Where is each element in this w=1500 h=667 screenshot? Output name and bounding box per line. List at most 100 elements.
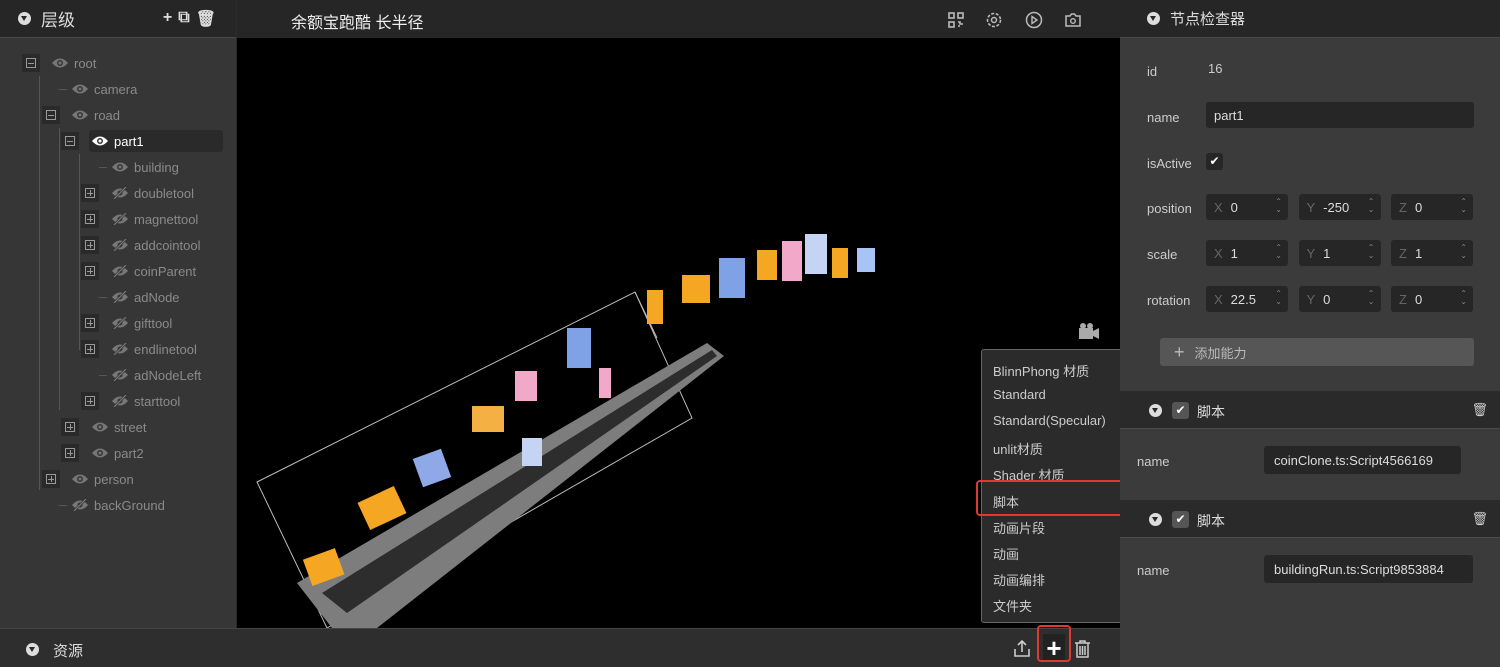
trash-icon[interactable]: 🗑 <box>1471 511 1488 527</box>
tree-node-starttool[interactable]: starttool <box>109 390 180 412</box>
expand-icon[interactable] <box>80 236 99 254</box>
eye-off-icon[interactable] <box>111 186 129 200</box>
component-name-input[interactable]: coinClone.ts:Script4566169 <box>1264 446 1461 474</box>
rotation-y-input[interactable]: Y 0 ⌃ ⌄ <box>1298 286 1381 312</box>
stepper-icon[interactable]: ⌃ ⌄ <box>1460 244 1467 260</box>
stepper-icon[interactable]: ⌃ ⌄ <box>1275 244 1282 260</box>
eye-icon[interactable] <box>111 161 129 173</box>
menu-item[interactable]: 动画片段 <box>993 518 1045 537</box>
tree-node-camera[interactable]: camera <box>69 78 137 100</box>
eye-off-icon[interactable] <box>111 394 129 408</box>
stepper-icon[interactable]: ⌃ ⌄ <box>1368 290 1375 306</box>
expand-icon[interactable] <box>80 262 99 280</box>
menu-item[interactable]: 动画编排 <box>993 570 1045 589</box>
tree-node-coinParent[interactable]: coinParent <box>109 260 196 282</box>
scale-y-input[interactable]: Y 1 ⌃ ⌄ <box>1298 240 1381 266</box>
tree-node-person[interactable]: person <box>69 468 134 490</box>
position-y-input[interactable]: Y -250 ⌃ ⌄ <box>1298 194 1381 220</box>
scale-x-input[interactable]: X 1 ⌃ ⌄ <box>1206 240 1288 266</box>
collapse-icon[interactable] <box>41 106 60 124</box>
tree-node-endlinetool[interactable]: endlinetool <box>109 338 197 360</box>
expand-icon[interactable] <box>80 314 99 332</box>
menu-item[interactable]: 文件夹 <box>993 596 1032 615</box>
collapse-icon[interactable] <box>61 132 79 150</box>
play-icon[interactable] <box>1025 11 1043 29</box>
expand-icon[interactable] <box>80 392 99 410</box>
stepper-icon[interactable]: ⌃ ⌄ <box>1460 198 1467 214</box>
tree-node-gifttool[interactable]: gifttool <box>109 312 172 334</box>
expand-icon[interactable] <box>61 444 79 462</box>
camera-icon[interactable] <box>1064 11 1082 29</box>
tree-node-magnettool[interactable]: magnettool <box>109 208 198 230</box>
menu-item[interactable]: Standard(Specular) <box>993 413 1106 428</box>
collapse-icon[interactable] <box>22 54 40 72</box>
eye-off-icon[interactable] <box>111 342 129 356</box>
tree-node-building[interactable]: building <box>109 156 179 178</box>
collapse-icon[interactable] <box>1147 12 1160 25</box>
eye-off-icon[interactable] <box>111 264 129 278</box>
collapse-icon[interactable] <box>18 12 31 25</box>
eye-icon[interactable] <box>71 109 89 121</box>
upload-icon[interactable] <box>1013 639 1031 659</box>
tree-node-root[interactable]: root <box>49 52 96 74</box>
component-enabled-checkbox[interactable]: ✔ <box>1172 511 1189 528</box>
rotation-x-input[interactable]: X 22.5 ⌃ ⌄ <box>1206 286 1288 312</box>
eye-off-icon[interactable] <box>111 238 129 252</box>
menu-item[interactable]: BlinnPhong 材质 <box>993 361 1089 380</box>
trash-icon[interactable] <box>1074 640 1091 658</box>
expand-icon[interactable] <box>80 184 99 202</box>
position-z-input[interactable]: Z 0 ⌃ ⌄ <box>1391 194 1473 220</box>
expand-icon[interactable] <box>80 210 99 228</box>
menu-item[interactable]: Standard <box>993 387 1046 402</box>
tree-node-adNodeLeft[interactable]: adNodeLeft <box>109 364 201 386</box>
expand-icon[interactable] <box>80 340 99 358</box>
eye-off-icon[interactable] <box>71 498 89 512</box>
eye-icon[interactable] <box>91 447 109 459</box>
component-name-input[interactable]: buildingRun.ts:Script9853884 <box>1264 555 1473 583</box>
collapse-icon[interactable] <box>1149 513 1162 526</box>
eye-icon[interactable] <box>71 83 89 95</box>
trash-icon[interactable]: 🗑 <box>1471 402 1488 418</box>
tree-node-road[interactable]: road <box>69 104 120 126</box>
rotation-z-input[interactable]: Z 0 ⌃ ⌄ <box>1391 286 1473 312</box>
collapse-icon[interactable] <box>26 643 39 656</box>
stepper-icon[interactable]: ⌃ ⌄ <box>1368 244 1375 260</box>
scale-z-input[interactable]: Z 1 ⌃ ⌄ <box>1391 240 1473 266</box>
position-x-input[interactable]: X 0 ⌃ ⌄ <box>1206 194 1288 220</box>
tree-node-adNode[interactable]: adNode <box>109 286 180 308</box>
stepper-icon[interactable]: ⌃ ⌄ <box>1460 290 1467 306</box>
eye-off-icon[interactable] <box>111 368 129 382</box>
isactive-checkbox[interactable]: ✔ <box>1206 153 1223 170</box>
tree-node-part2[interactable]: part2 <box>89 442 144 464</box>
eye-off-icon[interactable] <box>111 316 129 330</box>
tree-node-street[interactable]: street <box>89 416 147 438</box>
eye-icon[interactable] <box>71 473 89 485</box>
menu-item[interactable]: 动画 <box>993 544 1019 563</box>
eye-off-icon[interactable] <box>111 290 129 304</box>
stepper-icon[interactable]: ⌃ ⌄ <box>1275 198 1282 214</box>
settings-icon[interactable] <box>985 11 1003 29</box>
trash-icon[interactable]: 🗑 <box>196 9 216 29</box>
z-axis-label: Z <box>1399 199 1407 215</box>
menu-item[interactable]: unlit材质 <box>993 439 1043 458</box>
tree-connector <box>59 505 67 506</box>
expand-icon[interactable] <box>41 470 60 488</box>
plus-icon[interactable]: + <box>163 9 172 29</box>
tree-node-backGround[interactable]: backGround <box>69 494 165 516</box>
add-ability-button[interactable]: + 添加能力 <box>1160 338 1474 366</box>
name-input[interactable]: part1 <box>1206 102 1474 128</box>
qrcode-icon[interactable] <box>947 11 965 29</box>
eye-off-icon[interactable] <box>111 212 129 226</box>
tree-node-part1[interactable]: part1 <box>89 130 223 152</box>
eye-icon[interactable] <box>51 57 69 69</box>
eye-icon[interactable] <box>91 421 109 433</box>
component-enabled-checkbox[interactable]: ✔ <box>1172 402 1189 419</box>
eye-icon[interactable] <box>91 135 109 147</box>
collapse-icon[interactable] <box>1149 404 1162 417</box>
expand-icon[interactable] <box>61 418 79 436</box>
copy-icon[interactable]: ⧉ <box>178 9 189 29</box>
tree-node-doubletool[interactable]: doubletool <box>109 182 194 204</box>
tree-node-addcointool[interactable]: addcointool <box>109 234 201 256</box>
stepper-icon[interactable]: ⌃ ⌄ <box>1275 290 1282 306</box>
stepper-icon[interactable]: ⌃ ⌄ <box>1368 198 1375 214</box>
